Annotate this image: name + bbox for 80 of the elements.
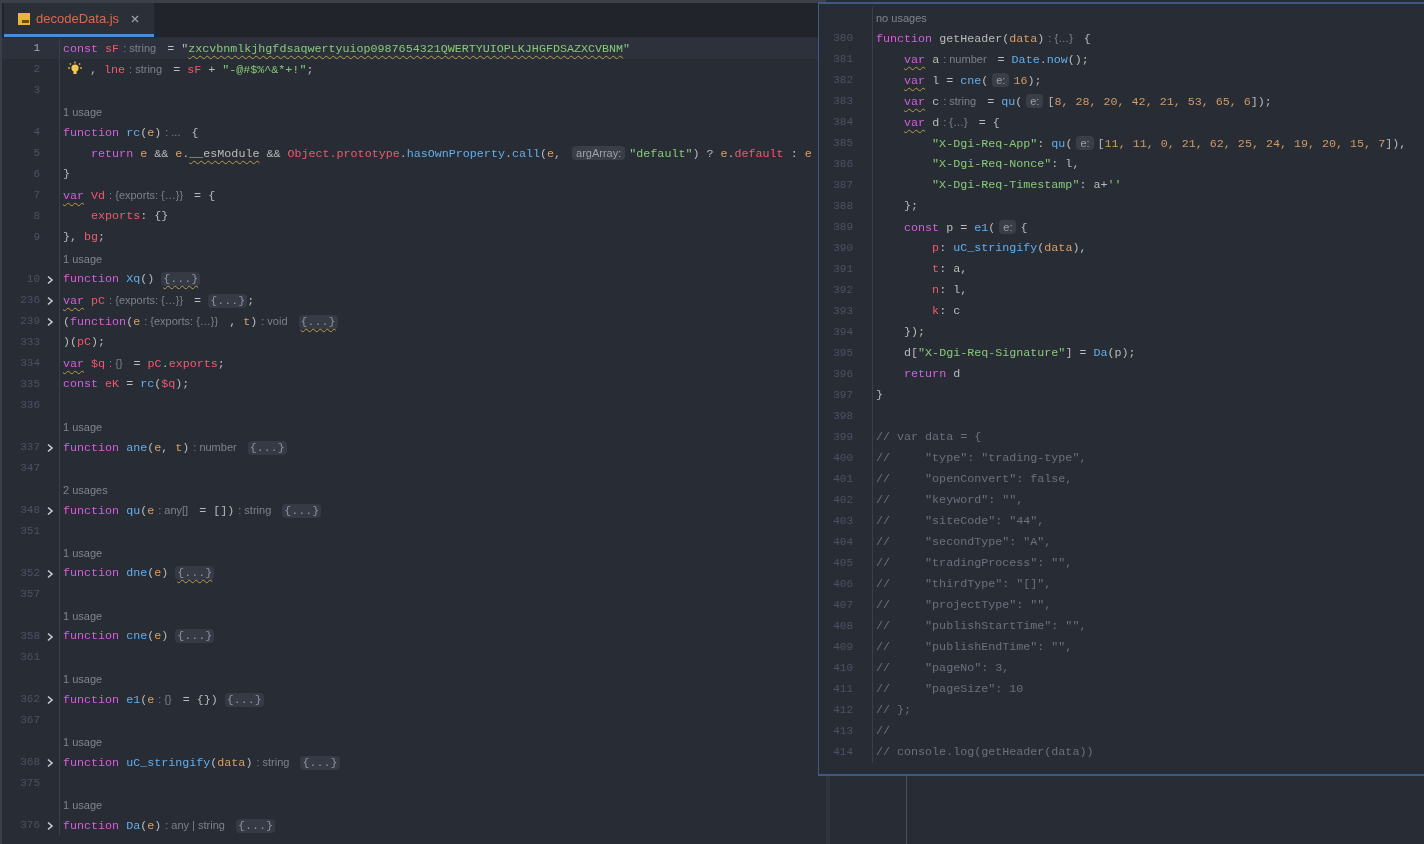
code-line: function uC_stringify(data) : string {...} (63, 754, 340, 772)
code-line: // "tradingProcess": "", (876, 555, 1073, 572)
chevron-icon[interactable] (45, 631, 54, 642)
lightbulb-icon[interactable] (67, 60, 83, 77)
chevron-icon[interactable] (45, 568, 54, 579)
chevron-icon[interactable] (45, 274, 54, 285)
code-line: "X-Dgi-Req-App": qu( e: [11, 11, 0, 21, 62, 25, 24, 19, 20, 15, 7]), (931, 134, 1407, 153)
file-icon (18, 12, 30, 25)
code-line: "X-Dgi-Req-Timestamp": a+'' (931, 177, 1122, 194)
code-line: }, bg; (63, 229, 106, 246)
code-line: function qu(e : any[] = []) : string {...} (63, 502, 322, 520)
code-line: // "openConvert": false, (876, 471, 1073, 488)
code-line: // "projectType": "", (876, 597, 1052, 614)
code-line: // var data = { (876, 429, 982, 446)
code-line: n: l, (931, 282, 968, 299)
code-line: d["X-Dgi-Req-Signature"] = Da(p); (903, 345, 1136, 362)
code-line: }); (903, 324, 926, 341)
code-line: function rc(e) : ... { (63, 124, 199, 142)
code-line: } (876, 387, 883, 404)
code-line: // "publishStartTime": "", (876, 618, 1087, 635)
code-line: // (876, 723, 891, 740)
close-icon[interactable] (131, 14, 140, 23)
code-line: return e && e.__esModule && Object.prototype.hasOwnProperty.call(e, argArray: "default") ? e.default : e (90, 144, 812, 163)
code-line: function getHeader(data) : {…} { (876, 30, 1091, 48)
code-line: const p = e1( e: { (903, 218, 1028, 237)
usage-hint[interactable]: 1 usage (63, 249, 103, 268)
code-line: // "publishEndTime": "", (876, 639, 1073, 656)
usage-hint[interactable]: 2 usages (63, 480, 108, 499)
code-line: // "pageSize": 10 (876, 681, 1024, 698)
line-number: 1 (32, 41, 40, 57)
code-line: } (63, 166, 70, 183)
code-line: function dne(e) {...} (63, 565, 215, 582)
code-line: var pC : {exports: {…}} = {...} ; (63, 292, 255, 310)
code-line: const sF : string = "zxcvbnmlkjhgfdsaqwertyuiop0987654321QWERTYUIOPLKJHGFDSAZXCVBNM" (63, 40, 631, 58)
chevron-icon[interactable] (45, 442, 54, 453)
usage-hint[interactable]: 1 usage (63, 795, 103, 814)
code-line: // "secondType": "A", (876, 534, 1052, 551)
code-line: var Vd : {exports: {…}} = { (63, 187, 216, 205)
code-line: function ane(e, t) : number {...} (63, 439, 287, 457)
code-line: function Xq() {...} (63, 271, 201, 288)
code-line: function cne(e) {...} (63, 628, 215, 645)
code-line: function e1(e : {} = {}) {...} (63, 691, 264, 709)
usage-hint[interactable]: no usages (876, 8, 927, 27)
usage-hint[interactable]: 1 usage (63, 102, 103, 121)
usage-hint[interactable]: 1 usage (63, 606, 103, 625)
code-line: var a : number = Date.now(); (903, 51, 1089, 69)
chevron-icon[interactable] (45, 694, 54, 705)
chevron-icon[interactable] (45, 295, 54, 306)
code-line: // console.log(getHeader(data)) (876, 744, 1094, 761)
code-line: exports: {} (90, 208, 169, 225)
usage-hint[interactable]: 1 usage (63, 417, 103, 436)
chevron-icon[interactable] (45, 505, 54, 516)
code-line: (function(e : {exports: {…}} , t) : void {...} (63, 313, 338, 331)
code-line: )(pC); (63, 334, 106, 351)
code-line: // "keyword": "", (876, 492, 1024, 509)
usage-hint[interactable]: 1 usage (63, 732, 103, 751)
code-line: // "thirdType": "[]", (876, 576, 1052, 593)
code-line: var $q : {} = pC.exports; (63, 355, 225, 373)
code-line: var d : {…} = { (903, 114, 1000, 132)
code-line: const eK = rc($q); (63, 376, 190, 393)
code-line: // }; (876, 702, 912, 719)
chevron-icon[interactable] (45, 820, 54, 831)
code-line: // "type": "trading-type", (876, 450, 1087, 467)
code-line: function Da(e) : any | string {...} (63, 814, 275, 837)
code-line: // "pageNo": 3, (876, 660, 1010, 677)
code-line: }; (903, 198, 919, 215)
file-tab[interactable]: decodeData.js (4, 3, 154, 37)
code-line: var l = cne( e: 16); (903, 71, 1042, 90)
code-line: , lne : string = sF + "-@#$%^&*+!"; (89, 61, 314, 79)
code-line: p: uC_stringify(data), (931, 240, 1087, 257)
code-line: k: c (931, 303, 961, 320)
code-line: // "siteCode": "44", (876, 513, 1045, 530)
code-line: "X-Dgi-Req-Nonce": l, (931, 156, 1080, 173)
code-line: return d (903, 366, 961, 383)
chevron-icon[interactable] (45, 316, 54, 327)
usage-hint[interactable]: 1 usage (63, 543, 103, 562)
code-line: var c : string = qu( e: [8, 28, 20, 42, 21, 53, 65, 6]); (903, 92, 1272, 111)
usage-hint[interactable]: 1 usage (63, 669, 103, 688)
chevron-icon[interactable] (45, 757, 54, 768)
code-line: t: a, (931, 261, 968, 278)
